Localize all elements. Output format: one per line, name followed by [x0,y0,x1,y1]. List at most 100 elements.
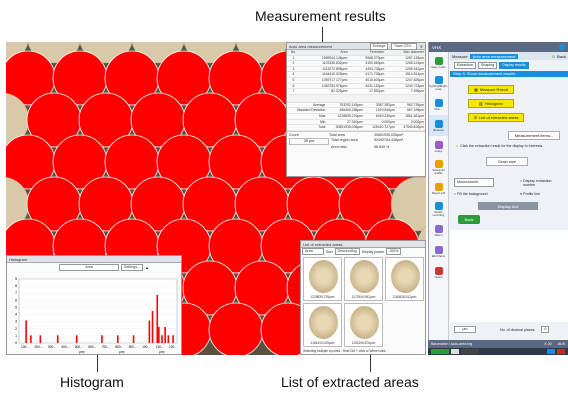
back-icon[interactable]: ⊙ [552,54,555,59]
y-tick-label: 8 [15,284,17,288]
sort-field-select[interactable]: Area [302,248,324,255]
collapse-icon[interactable]: ▲ [145,265,149,270]
settings-button[interactable]: Settings... [121,263,143,271]
x-tick-label: 200... [34,345,42,349]
histogram-bar [151,311,154,343]
thumbnail-item[interactable]: 1153196.876µm² [344,303,383,347]
list-extracted-areas-button[interactable]: ☰ List of extracted areas [468,113,524,122]
status-label: Barometer / Auto-area ing [431,342,473,346]
back-button[interactable]: Back [458,215,480,224]
thumbnail-item[interactable]: 1164410.025µm² [303,303,342,347]
aux-label: AUX [557,342,565,346]
measurement-items-button[interactable]: Measurement items... [508,131,560,140]
measure-result-button[interactable]: ▦ Measure Result [468,85,514,94]
thumbnail-image [309,306,338,339]
tab-extraction[interactable]: Extraction [454,62,476,69]
lightbulb-icon: ● [456,144,459,148]
display-tool-button[interactable]: Display tool [478,202,538,210]
radio-icon: ● [520,192,523,196]
sidebar-item[interactable]: Mon... [429,94,448,115]
microscope-view[interactable]: Auto area measurement Enlarge Save CSV..… [6,42,426,355]
sidebar-icon [434,160,443,168]
breadcrumb-measure[interactable]: Measure [452,54,468,59]
sidebar-label: Edit Macro [431,253,446,258]
close-icon[interactable]: ✕ [420,44,423,49]
print-icon[interactable] [547,349,555,354]
table-scroll-area[interactable] [287,94,425,103]
step-title: Step 3: Show measurement results [450,71,568,77]
list-icon: ☰ [473,115,478,120]
histogram-field-select[interactable]: Area [59,263,119,271]
sidebar-item[interactable]: Easy mode [429,52,448,73]
sidebar-label: Result recording [432,210,445,217]
display-mode-select[interactable]: Monochrome [454,178,494,187]
camera-icon[interactable] [451,349,459,354]
x-tick-label: 110... [156,345,164,349]
order-select[interactable]: Descending [334,248,360,255]
sidebar-item[interactable]: Image [429,136,448,157]
table-row[interactable]: 7 82.025µm² 17.852µm 7.396µm [287,88,425,95]
total-region-value: 52492784.436µm² [374,137,404,142]
enlarge-button[interactable]: Enlarge [370,43,389,50]
unit-select[interactable]: µm [454,326,476,333]
sidebar-item[interactable]: Album [429,220,448,241]
thumbnail-item[interactable]: 1160838.512µm² [385,257,424,301]
extracted-areas-list-window[interactable]: List of extracted areas Area Sort Descen… [300,240,426,355]
histogram-chart: 9 8 7 6 5 4 3 2 1 0 100... 200... 300... 400... 500...… [15,277,178,354]
sidebar-item[interactable]: Option [429,262,448,283]
back-link[interactable]: Back [557,54,566,59]
histogram-bar [158,327,160,343]
histogram-window[interactable]: Histogram Area Settings... ▲ 98765432101… [6,255,182,355]
pause-button[interactable] [431,349,449,354]
y-tick-label: 7 [15,291,17,295]
stats-cell: Total [287,124,327,131]
x-tick-label: 300... [48,345,56,349]
thumbnail-image [391,260,420,293]
help-icon[interactable] [559,44,565,50]
record-button[interactable] [461,349,479,354]
sidebar-item[interactable]: Edit Macro [429,241,448,262]
thumbnail-image [350,306,379,339]
tab-display-results[interactable]: Display results [499,62,529,69]
fill-background-toggle[interactable]: ○ Fill the background [454,192,488,196]
power-icon[interactable] [557,349,565,354]
control-panel: VHX Easy mode Lighting/Bright-ness Mon... M… [428,42,568,355]
thumbnail-caption: 1172949.952µm² [351,295,376,299]
stats-cell: 125410.727µm [364,124,396,131]
zoom-label: X 20 [544,342,552,346]
window-titlebar: Auto area measurement Enlarge Save CSV..… [287,43,425,50]
y-tick-label: 3 [15,320,17,324]
sidebar-item[interactable]: Report pdf [429,178,448,199]
sidebar-item[interactable]: Measure [429,115,448,136]
thumbnail-item[interactable]: 1228839.276µm² [303,257,342,301]
profile-line-toggle[interactable]: ● Profile line [520,192,564,196]
breadcrumb-auto-area[interactable]: Auto area measurement [469,53,519,59]
side-menu: Easy mode Lighting/Bright-ness Mon... Measu… [429,52,449,355]
table-cell: 17.852µm [348,88,386,95]
y-tick-label: 6 [15,298,17,302]
decimal-places-select[interactable]: 0 [541,326,550,333]
results-table: No. Area Perimeter Max diameter 1 1559944.14… [287,50,425,95]
grain-size-button[interactable]: Grain size [486,157,528,166]
leader-line [370,353,371,372]
sidebar-label: Album [434,232,443,237]
display-extraction-toggle[interactable]: ○ Display extraction number [520,179,564,187]
histogram-button[interactable]: ▥ Histogram [468,99,514,108]
x-tick-label: 900... [129,345,137,349]
sidebar-item[interactable]: Lighting/Bright-ness [429,73,448,94]
y-tick-label: 1 [15,334,17,338]
sidebar-item[interactable]: Result recording [429,199,448,220]
sidebar-item[interactable]: Save/print quality [429,157,448,178]
sidebar-label: Save/print quality [432,168,445,175]
measurement-results-window[interactable]: Auto area measurement Enlarge Save CSV..… [286,42,426,177]
thumbnail-item[interactable]: 1172949.952µm² [344,257,383,301]
x-tick-label: 800... [115,345,123,349]
sidebar-label: Image [434,148,443,153]
tab-shaping[interactable]: Shaping [477,62,498,69]
display-power-label: Display power [361,249,385,254]
app-name: VHX [432,44,442,50]
x-tick-label: 700... [102,345,110,349]
display-power-select[interactable]: 100% [386,248,402,255]
window-titlebar: Histogram [7,256,181,263]
save-csv-button[interactable]: Save CSV... [391,43,417,50]
